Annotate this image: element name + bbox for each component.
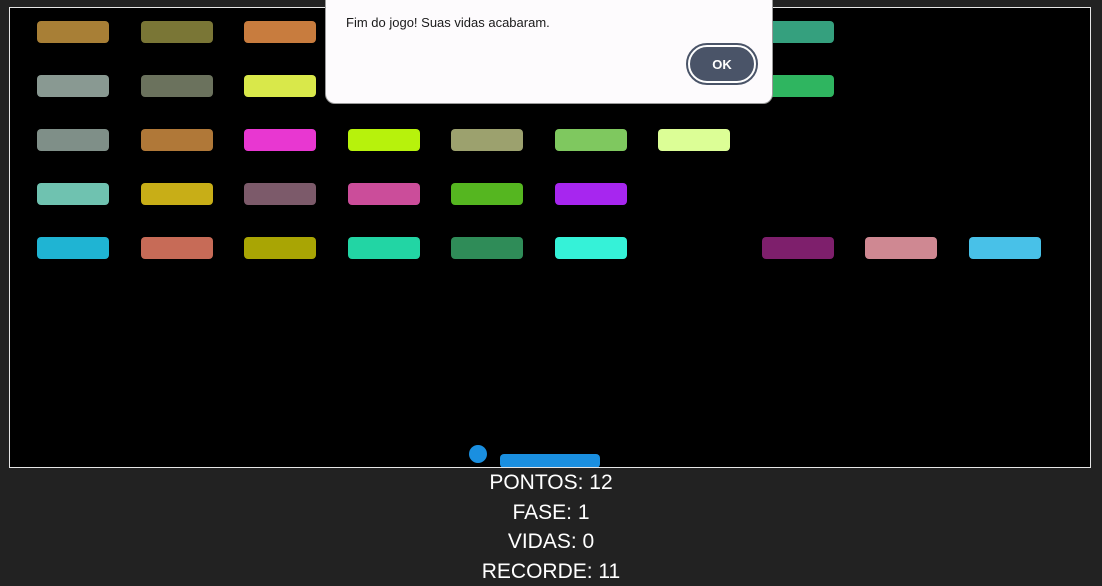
brick (244, 75, 316, 97)
brick (555, 183, 627, 205)
brick (969, 237, 1041, 259)
brick (762, 237, 834, 259)
brick (141, 183, 213, 205)
brick (658, 129, 730, 151)
brick (348, 129, 420, 151)
brick (141, 237, 213, 259)
brick (37, 21, 109, 43)
game-over-alert-dialog: Fim do jogo! Suas vidas acabaram. OK (325, 0, 773, 104)
brick (37, 183, 109, 205)
brick (348, 183, 420, 205)
ok-button[interactable]: OK (688, 45, 756, 83)
brick (37, 75, 109, 97)
brick (141, 75, 213, 97)
brick (37, 237, 109, 259)
score-panel: PONTOS: 12 FASE: 1 VIDAS: 0 RECORDE: 11 (0, 468, 1102, 586)
paddle[interactable] (500, 454, 600, 468)
brick (244, 237, 316, 259)
brick (555, 129, 627, 151)
ball (469, 445, 487, 463)
alert-message: Fim do jogo! Suas vidas acabaram. (346, 15, 550, 30)
score-label: PONTOS: 12 (0, 468, 1102, 498)
level-label: FASE: 1 (0, 498, 1102, 528)
brick (451, 183, 523, 205)
brick (244, 183, 316, 205)
brick (555, 237, 627, 259)
brick (865, 237, 937, 259)
brick (141, 21, 213, 43)
high-score-label: RECORDE: 11 (0, 557, 1102, 586)
brick (141, 129, 213, 151)
brick (244, 129, 316, 151)
brick (244, 21, 316, 43)
brick (348, 237, 420, 259)
brick (451, 129, 523, 151)
brick (451, 237, 523, 259)
brick (37, 129, 109, 151)
lives-label: VIDAS: 0 (0, 527, 1102, 557)
